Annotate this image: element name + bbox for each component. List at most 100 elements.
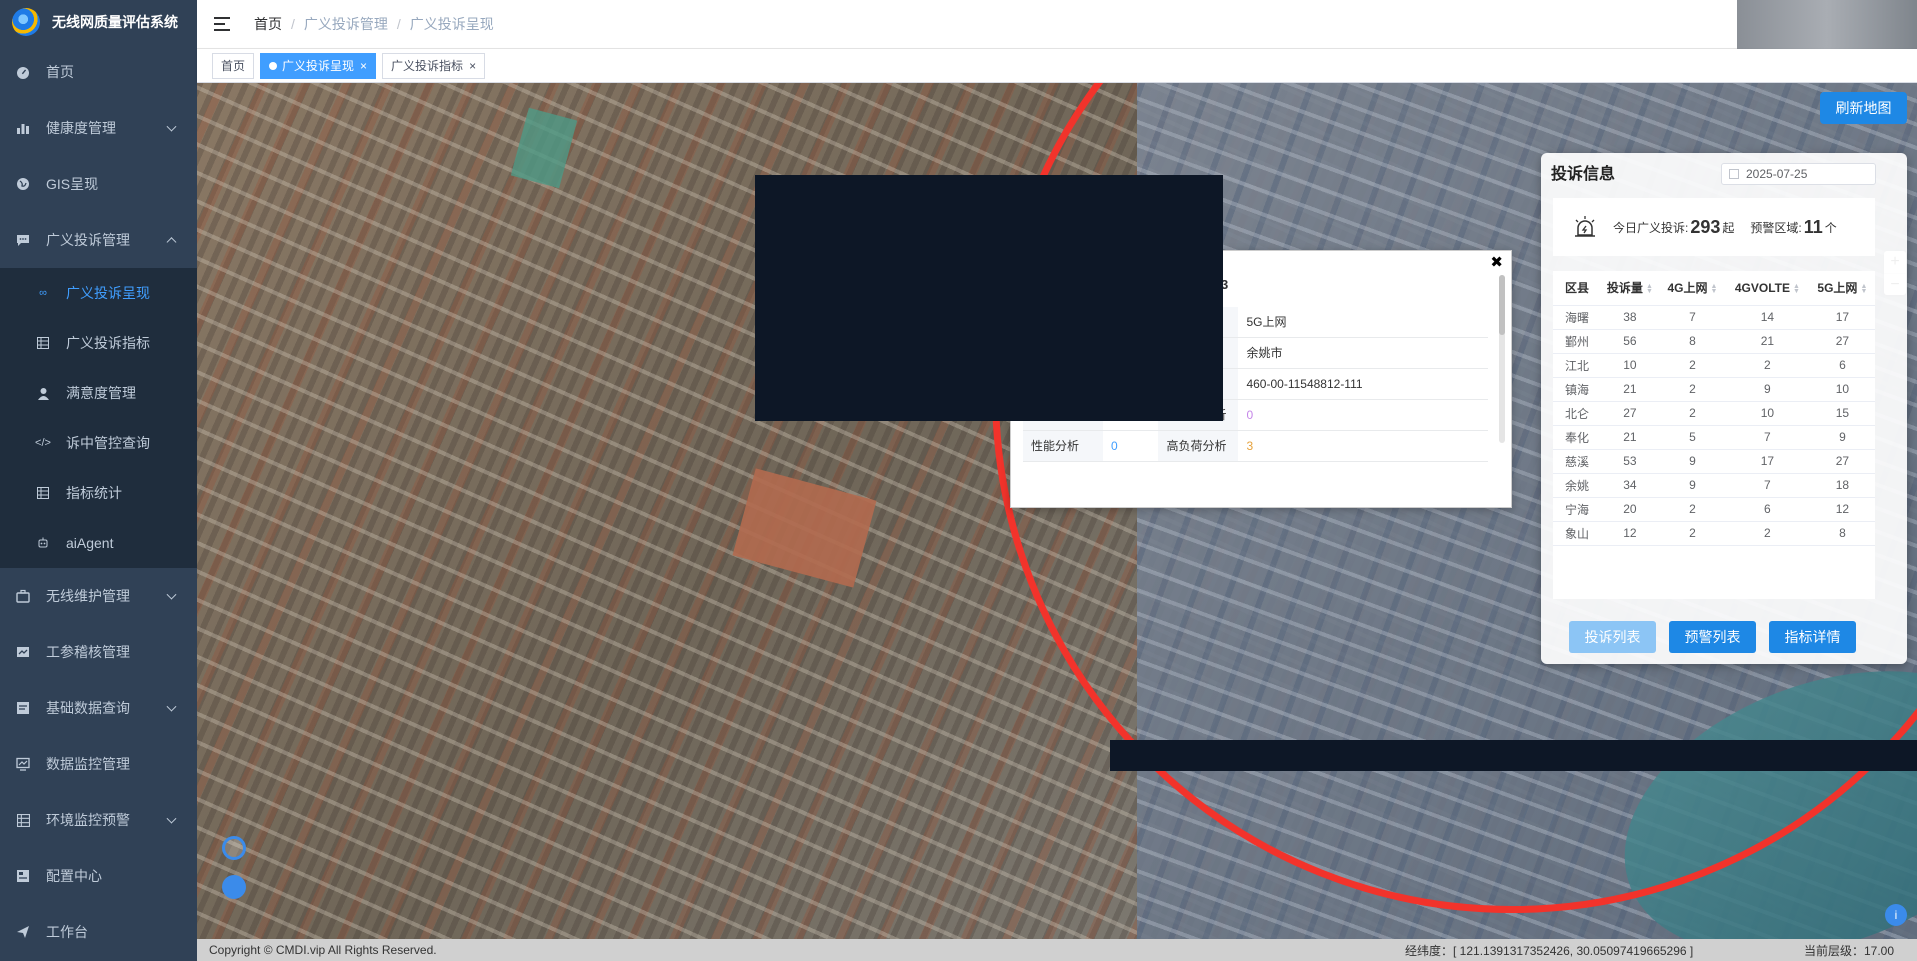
column-header[interactable]: 4G上网 ▲ ▼ bbox=[1659, 271, 1725, 306]
config-icon bbox=[16, 869, 30, 883]
table-row[interactable]: 北仑 27 2 10 15 bbox=[1553, 401, 1875, 426]
coordinate-readout: 经纬度：[ 121.1391317352426, 30.050974196652… bbox=[1405, 943, 1694, 958]
info-icon[interactable]: i bbox=[1885, 904, 1907, 926]
sidebar-subitem-satisfaction[interactable]: 满意度管理 bbox=[0, 368, 197, 418]
date-picker[interactable]: 2025-07-25 bbox=[1721, 163, 1876, 185]
column-header: 区县 bbox=[1553, 271, 1600, 306]
alarm-icon bbox=[1575, 216, 1595, 237]
sidebar-item-basic-data[interactable]: 基础数据查询 bbox=[0, 680, 197, 736]
sidebar-item-config[interactable]: 配置中心 bbox=[0, 848, 197, 904]
redacted-region bbox=[1110, 740, 1917, 771]
complaint-count: 293 bbox=[1690, 216, 1721, 237]
sidebar-item-param-audit[interactable]: 工参稽核管理 bbox=[0, 624, 197, 680]
sidebar-item-wireless-maintenance[interactable]: 无线维护管理 bbox=[0, 568, 197, 624]
header: 首页 / 广义投诉管理 / 广义投诉呈现 bbox=[197, 0, 1917, 54]
table-row[interactable]: 余姚 34 9 7 18 bbox=[1553, 473, 1875, 498]
table-row[interactable]: 象山 12 2 2 8 bbox=[1553, 521, 1875, 546]
tab-complaint-map[interactable]: 广义投诉呈现 × bbox=[260, 52, 377, 79]
layer-icon[interactable] bbox=[222, 875, 246, 899]
table-body: 海曙 38 7 14 17 鄞州 56 8 21 27 江北 10 2 2 6 镇海 21 2 9 10 北仑 2… bbox=[1553, 305, 1875, 546]
table-icon bbox=[36, 336, 50, 350]
chevron-up-icon bbox=[166, 237, 177, 248]
redacted-region bbox=[755, 175, 1223, 421]
table-row[interactable]: 江北 10 2 2 6 bbox=[1553, 353, 1875, 378]
sidebar-subitem-complaint-map[interactable]: ∞ 广义投诉呈现 bbox=[0, 268, 197, 318]
alert-count: 11 bbox=[1803, 216, 1823, 237]
sidebar-item-gis[interactable]: GIS呈现 bbox=[0, 156, 197, 212]
sidebar-item-home[interactable]: 首页 bbox=[0, 44, 197, 100]
breadcrumb-complaint-management: 广义投诉管理 bbox=[303, 16, 388, 32]
sidebar-item-data-monitor[interactable]: 数据监控管理 bbox=[0, 736, 197, 792]
code-icon: </> bbox=[35, 437, 51, 449]
alert-list-button[interactable]: 预警列表 bbox=[1669, 621, 1756, 653]
tab-home[interactable]: 首页 bbox=[212, 52, 255, 79]
table-header-row: 区县 投诉量 ▲ ▼ 4G上网 ▲ ▼ 4GVOLTE ▲ ▼ 5G上网 ▲ ▼ bbox=[1553, 271, 1875, 306]
table-icon bbox=[36, 486, 50, 500]
chevron-down-icon bbox=[166, 701, 177, 712]
user-icon bbox=[36, 386, 50, 400]
chevron-down-icon bbox=[166, 121, 177, 132]
sidebar-item-env-monitor[interactable]: 环境监控预警 bbox=[0, 792, 197, 848]
briefcase-icon bbox=[16, 589, 30, 603]
database-icon bbox=[16, 701, 30, 715]
sidebar-item-health[interactable]: 健康度管理 bbox=[0, 100, 197, 156]
table-icon bbox=[16, 813, 30, 827]
breadcrumb-current: 广义投诉呈现 bbox=[409, 16, 494, 32]
hamburger-icon[interactable] bbox=[214, 17, 230, 31]
sidebar-item-complaint[interactable]: 广义投诉管理 bbox=[0, 212, 197, 268]
tab-complaint-metrics[interactable]: 广义投诉指标 × bbox=[382, 52, 486, 79]
column-header[interactable]: 投诉量 ▲ ▼ bbox=[1599, 271, 1660, 306]
popup-scrollbar[interactable] bbox=[1499, 275, 1505, 443]
table-row[interactable]: 奉化 21 5 7 9 bbox=[1553, 425, 1875, 450]
column-header[interactable]: 4GVOLTE ▲ ▼ bbox=[1724, 271, 1810, 306]
sort-icon: ▲ ▼ bbox=[1710, 283, 1718, 296]
table-row[interactable]: 鄞州 56 8 21 27 bbox=[1553, 329, 1875, 354]
map-court bbox=[510, 107, 578, 189]
app-title: 无线网质量评估系统 bbox=[52, 14, 178, 30]
sidebar: 无线网质量评估系统 首页 健康度管理 GIS呈现 广义投诉管理 ∞ 广义投诉呈现… bbox=[0, 0, 197, 961]
zoom-level-readout: 当前层级：17.00 bbox=[1803, 943, 1894, 958]
column-header[interactable]: 5G上网 ▲ ▼ bbox=[1809, 271, 1875, 306]
send-icon bbox=[16, 925, 30, 939]
table-row[interactable]: 宁海 20 2 6 12 bbox=[1553, 497, 1875, 522]
district-complaint-table: 区县 投诉量 ▲ ▼ 4G上网 ▲ ▼ 4GVOLTE ▲ ▼ 5G上网 ▲ ▼ 海曙 38 7 14… bbox=[1553, 271, 1875, 599]
sort-icon: ▲ ▼ bbox=[1792, 282, 1800, 295]
sort-icon: ▲ ▼ bbox=[1860, 283, 1868, 296]
sort-icon: ▲ ▼ bbox=[1645, 283, 1653, 296]
location-icon[interactable] bbox=[222, 836, 246, 860]
panel-title: 投诉信息 bbox=[1551, 166, 1616, 183]
globe-icon bbox=[16, 177, 30, 191]
metric-details-button[interactable]: 指标详情 bbox=[1769, 621, 1856, 653]
sidebar-subitem-statistics[interactable]: 指标统计 bbox=[0, 468, 197, 518]
complaint-summary: 今日广义投诉: 293 起 预警区域: 11 个 bbox=[1553, 198, 1875, 256]
close-icon[interactable]: × bbox=[360, 59, 367, 73]
link-icon: ∞ bbox=[39, 287, 47, 299]
close-icon[interactable]: × bbox=[469, 59, 476, 73]
breadcrumb: 首页 / 广义投诉管理 / 广义投诉呈现 bbox=[254, 14, 494, 34]
chevron-down-icon bbox=[166, 589, 177, 600]
sidebar-item-workbench[interactable]: 工作台 bbox=[0, 904, 197, 960]
chevron-down-icon bbox=[166, 813, 177, 824]
active-dot-icon bbox=[269, 61, 278, 70]
table-row[interactable]: 慈溪 53 9 17 27 bbox=[1553, 449, 1875, 474]
table-row[interactable]: 海曙 38 7 14 17 bbox=[1553, 305, 1875, 330]
complaint-list-button[interactable]: 投诉列表 bbox=[1569, 621, 1656, 653]
chat-icon bbox=[16, 233, 30, 247]
robot-icon bbox=[36, 536, 50, 550]
sidebar-subitem-complaint-metrics[interactable]: 广义投诉指标 bbox=[0, 318, 197, 368]
logo-icon bbox=[12, 8, 40, 36]
avatar[interactable] bbox=[1737, 0, 1917, 54]
close-icon[interactable]: ✖ bbox=[1490, 253, 1503, 271]
dashboard-icon bbox=[16, 65, 30, 79]
refresh-map-button[interactable]: 刷新地图 bbox=[1820, 92, 1907, 124]
map-sports-field bbox=[732, 468, 877, 588]
breadcrumb-home[interactable]: 首页 bbox=[254, 14, 282, 34]
sidebar-subitem-aiagent[interactable]: aiAgent bbox=[0, 518, 197, 568]
table-row: 性能分析 0 高负荷分析 3 bbox=[1023, 430, 1488, 462]
complaint-info-panel: 投诉信息 2025-07-25 今日广义投诉: 293 起 预警区域: 11 个… bbox=[1541, 153, 1907, 664]
sidebar-subitem-inprocess-query[interactable]: </> 诉中管控查询 bbox=[0, 418, 197, 468]
map-footer: Copyright © CMDI.vip All Rights Reserved… bbox=[197, 939, 1917, 961]
chart-icon bbox=[16, 121, 30, 135]
table-row[interactable]: 镇海 21 2 9 10 bbox=[1553, 377, 1875, 402]
monitor-icon bbox=[16, 757, 30, 771]
